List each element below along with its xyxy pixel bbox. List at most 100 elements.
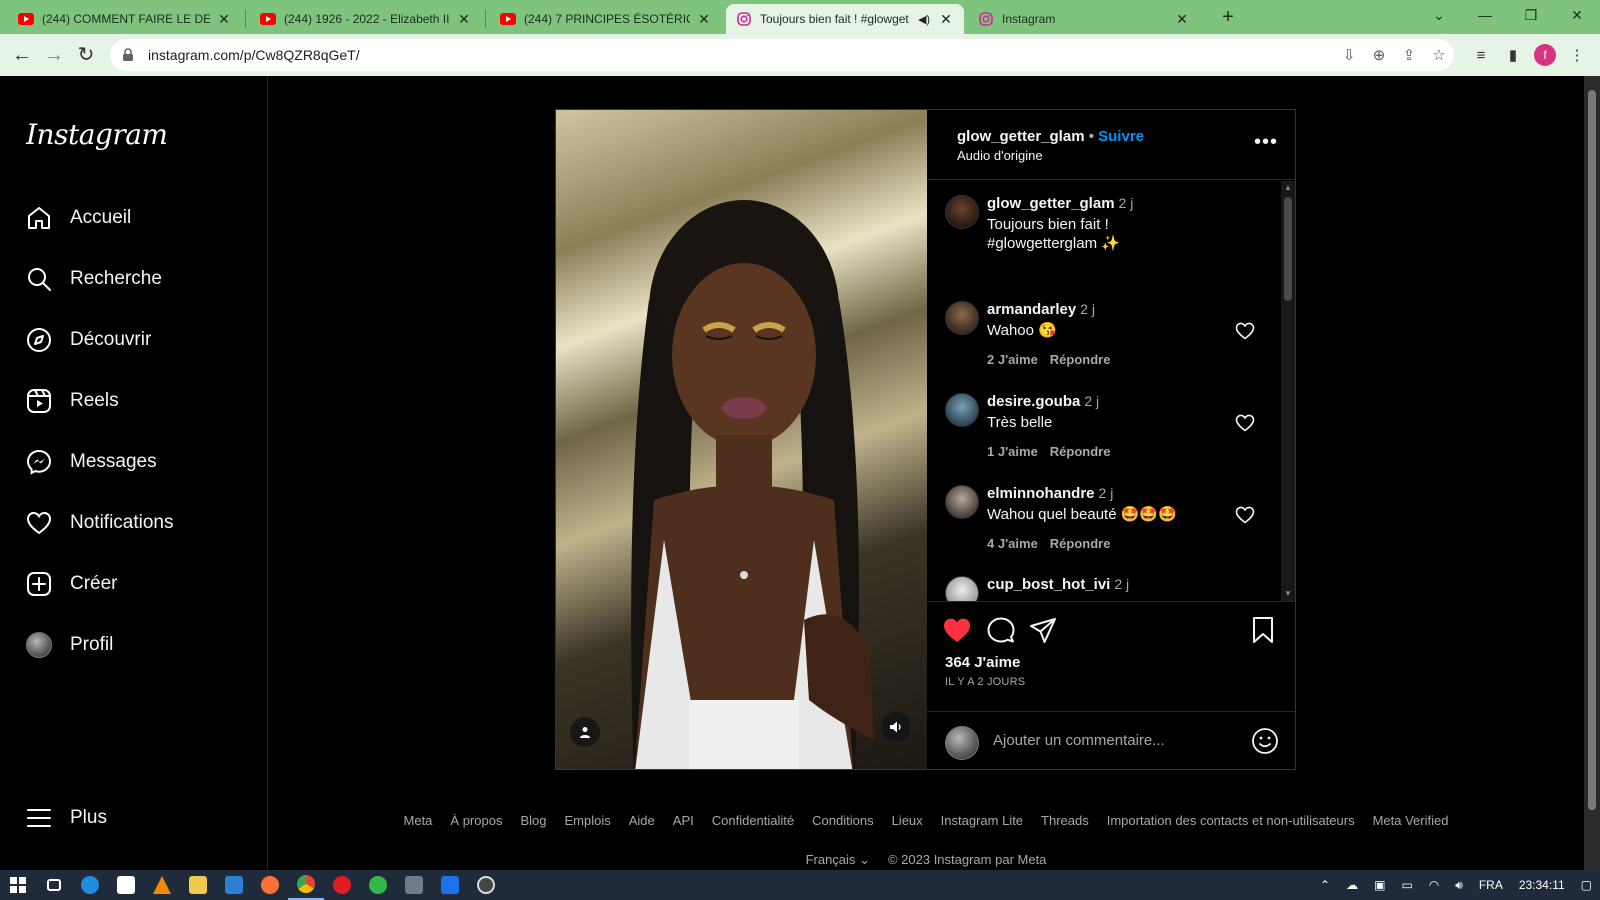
comment-likes[interactable]: 2 J'aime bbox=[987, 352, 1038, 367]
audio-link[interactable]: Audio d'origine bbox=[957, 148, 1043, 163]
close-tab-icon[interactable]: ✕ bbox=[938, 11, 954, 28]
reply-button[interactable]: Répondre bbox=[1050, 444, 1111, 459]
bookmark-star-icon[interactable]: ☆ bbox=[1424, 41, 1454, 69]
close-tab-icon[interactable]: ✕ bbox=[696, 11, 712, 28]
tray-app-icon[interactable]: ▣ bbox=[1374, 878, 1385, 892]
save-button[interactable] bbox=[1247, 614, 1279, 646]
sidebar-item-search[interactable]: Recherche bbox=[24, 259, 254, 299]
volume-icon[interactable] bbox=[881, 712, 911, 742]
new-tab-button[interactable]: + bbox=[1214, 4, 1242, 30]
caption-username[interactable]: glow_getter_glam bbox=[987, 195, 1115, 212]
footer-link[interactable]: Meta Verified bbox=[1373, 813, 1449, 828]
scroll-down-arrow[interactable]: ▼ bbox=[1283, 589, 1293, 599]
sidebar-item-messages[interactable]: Messages bbox=[24, 442, 254, 482]
browser-tab-active[interactable]: Toujours bien fait ! #glowget ◀) ✕ bbox=[726, 4, 964, 34]
address-bar[interactable]: instagram.com/p/Cw8QZR8qGeT/ ⇩ ⊕ ⇪ ☆ bbox=[110, 39, 1454, 71]
photos-icon[interactable] bbox=[432, 870, 468, 900]
caption-hashtag[interactable]: #glowgetterglam ✨ bbox=[987, 234, 1237, 253]
footer-link[interactable]: Conditions bbox=[812, 813, 873, 828]
scrollbar-thumb[interactable] bbox=[1588, 90, 1596, 810]
url-text[interactable]: instagram.com/p/Cw8QZR8qGeT/ bbox=[148, 47, 1334, 63]
menu-icon[interactable]: ⋮ bbox=[1562, 41, 1592, 69]
page-scrollbar[interactable] bbox=[1584, 76, 1600, 870]
sidebar-item-more[interactable]: Plus bbox=[24, 798, 254, 838]
comment-likes[interactable]: 1 J'aime bbox=[987, 444, 1038, 459]
share-button[interactable] bbox=[1027, 614, 1059, 646]
battery-icon[interactable]: ▭ bbox=[1401, 878, 1412, 892]
browser-tab[interactable]: (244) 7 PRINCIPES ÉSOTÉRIQUES ✕ bbox=[490, 4, 722, 34]
footer-link[interactable]: Emplois bbox=[565, 813, 611, 828]
footer-link[interactable]: Importation des contacts et non-utilisat… bbox=[1107, 813, 1355, 828]
zoom-icon[interactable]: ⊕ bbox=[1364, 41, 1394, 69]
follow-button[interactable]: Suivre bbox=[1098, 128, 1144, 145]
sidebar-item-profile[interactable]: Profil bbox=[24, 625, 254, 665]
like-comment-icon[interactable] bbox=[1235, 321, 1255, 341]
file-explorer-icon[interactable] bbox=[180, 870, 216, 900]
speaker-icon[interactable]: ◀) bbox=[916, 13, 932, 26]
firefox-icon[interactable] bbox=[252, 870, 288, 900]
comment-likes[interactable]: 4 J'aime bbox=[987, 536, 1038, 551]
sidebar-item-home[interactable]: Accueil bbox=[24, 198, 254, 238]
mail-icon[interactable] bbox=[216, 870, 252, 900]
wifi-icon[interactable]: ◠ bbox=[1429, 878, 1439, 892]
footer-link[interactable]: Blog bbox=[520, 813, 546, 828]
emoji-icon[interactable] bbox=[1251, 727, 1279, 755]
sidebar-item-reels[interactable]: Reels bbox=[24, 381, 254, 421]
tab-search-icon[interactable]: ⌄ bbox=[1416, 0, 1462, 30]
profile-button[interactable]: f bbox=[1530, 41, 1560, 69]
install-app-icon[interactable]: ⇩ bbox=[1334, 41, 1364, 69]
footer-link[interactable]: API bbox=[673, 813, 694, 828]
store-icon[interactable] bbox=[108, 870, 144, 900]
vlc-icon[interactable] bbox=[144, 870, 180, 900]
comments-scrollbar[interactable]: ▲ ▼ bbox=[1281, 181, 1295, 601]
like-button[interactable] bbox=[941, 614, 973, 646]
media-player-icon[interactable] bbox=[468, 870, 504, 900]
input-language[interactable]: FRA bbox=[1479, 878, 1503, 892]
notification-center-icon[interactable]: ▢ bbox=[1581, 878, 1592, 892]
back-button[interactable]: ← bbox=[8, 41, 36, 69]
share-icon[interactable]: ⇪ bbox=[1394, 41, 1424, 69]
clock[interactable]: 23:34:11 bbox=[1519, 878, 1565, 892]
scroll-up-arrow[interactable]: ▲ bbox=[1283, 183, 1293, 193]
footer-link[interactable]: Confidentialité bbox=[712, 813, 794, 828]
windows-start-icon[interactable] bbox=[0, 870, 36, 900]
close-tab-icon[interactable]: ✕ bbox=[456, 11, 472, 28]
comment-input[interactable]: Ajouter un commentaire... bbox=[993, 732, 1165, 749]
like-comment-icon[interactable] bbox=[1235, 413, 1255, 433]
avatar[interactable] bbox=[945, 301, 979, 335]
like-comment-icon[interactable] bbox=[1235, 505, 1255, 525]
likes-count[interactable]: 364 J'aime bbox=[945, 654, 1020, 671]
footer-link[interactable]: Meta bbox=[404, 813, 433, 828]
author-username[interactable]: glow_getter_glam bbox=[957, 128, 1085, 145]
comment-username[interactable]: desire.gouba bbox=[987, 393, 1080, 410]
close-window-button[interactable]: ✕ bbox=[1554, 0, 1600, 30]
sidebar-item-create[interactable]: Créer bbox=[24, 564, 254, 604]
browser-tab[interactable]: Instagram ✕ bbox=[968, 4, 1200, 34]
comment-username[interactable]: cup_bost_hot_ivi bbox=[987, 576, 1110, 593]
comment-username[interactable]: armandarley bbox=[987, 301, 1076, 318]
reply-button[interactable]: Répondre bbox=[1050, 352, 1111, 367]
forward-button[interactable]: → bbox=[40, 41, 68, 69]
footer-link[interactable]: Aide bbox=[629, 813, 655, 828]
avatar[interactable] bbox=[945, 576, 979, 601]
side-panel-icon[interactable]: ▮ bbox=[1498, 41, 1528, 69]
footer-link[interactable]: Instagram Lite bbox=[941, 813, 1023, 828]
avatar[interactable] bbox=[945, 485, 979, 519]
lock-icon[interactable] bbox=[122, 48, 138, 62]
tray-chevron-icon[interactable]: ⌃ bbox=[1320, 878, 1330, 892]
browser-tab[interactable]: (244) COMMENT FAIRE LE DEVIS ✕ bbox=[8, 4, 242, 34]
scrollbar-thumb[interactable] bbox=[1284, 197, 1292, 301]
minimize-button[interactable]: — bbox=[1462, 0, 1508, 30]
sidebar-item-notifications[interactable]: Notifications bbox=[24, 503, 254, 543]
footer-link[interactable]: À propos bbox=[450, 813, 502, 828]
comment-username[interactable]: elminnohandre bbox=[987, 485, 1095, 502]
browser-tab[interactable]: (244) 1926 - 2022 - Elizabeth II U ✕ bbox=[250, 4, 482, 34]
close-tab-icon[interactable]: ✕ bbox=[1174, 11, 1190, 28]
media-control-icon[interactable]: ≡ bbox=[1466, 41, 1496, 69]
language-selector[interactable]: Français ⌄ bbox=[806, 852, 870, 868]
footer-link[interactable]: Lieux bbox=[892, 813, 923, 828]
chrome-icon[interactable] bbox=[288, 870, 324, 900]
comment-button[interactable] bbox=[985, 614, 1017, 646]
tagged-user-icon[interactable] bbox=[570, 717, 600, 747]
reload-button[interactable]: ↻ bbox=[72, 41, 100, 69]
